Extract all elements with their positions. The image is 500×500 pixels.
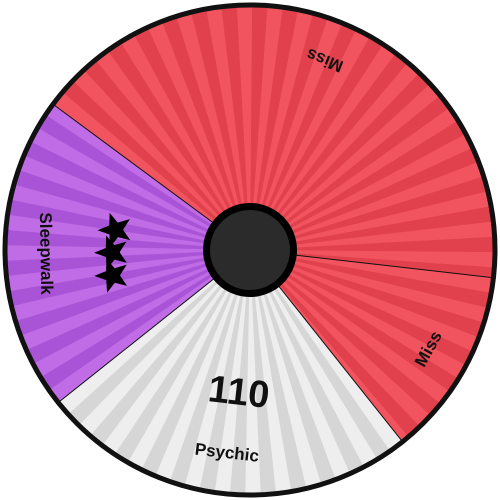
hub-center[interactable] bbox=[210, 210, 290, 290]
segment-label-sleepwalk: Sleepwalk bbox=[36, 212, 56, 295]
move-wheel[interactable]: Miss Miss Psychic 110 Sleepwalk bbox=[0, 0, 500, 500]
wheel-svg: MissMissPsychic110Sleepwalk bbox=[2, 2, 498, 498]
segment-power-psychic: 110 bbox=[206, 368, 272, 417]
